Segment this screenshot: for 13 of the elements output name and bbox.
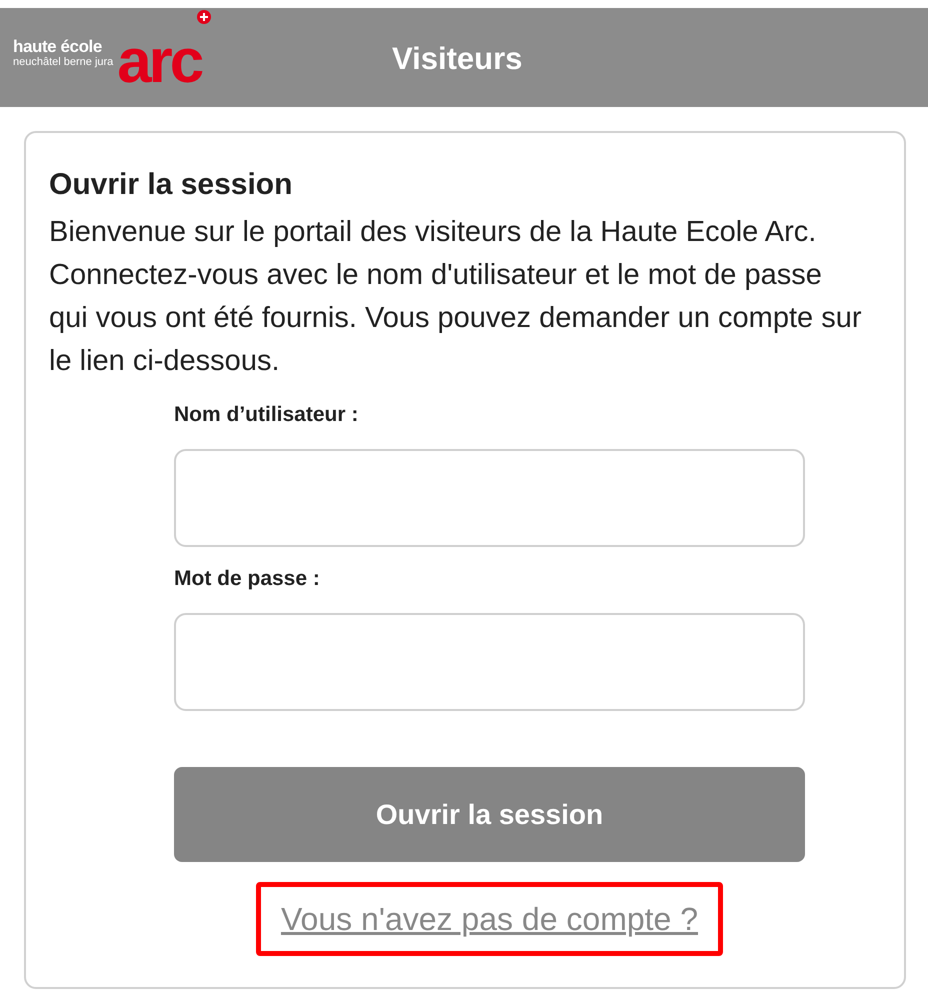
field-label: Nom d’utilisateur : [174, 402, 360, 428]
card-title: Ouvrir la session [49, 167, 294, 203]
intro-paragraph: Bienvenue sur le portail des visiteurs de la Haute Ecole Arc. Connectez-vous avec le nom d'utilisateur et le mot de passe qui vous ont été fournis. Vous pouvez demander un compte sur le lien ci-dessous. [49, 215, 862, 379]
logo-subtext: neuchâtel berne jura [13, 56, 114, 68]
input-field[interactable] [174, 613, 805, 711]
field-label: Mot de passe : [174, 566, 321, 592]
login-button[interactable]: Ouvrir la session [174, 767, 805, 862]
logo-text: haute école [13, 38, 103, 56]
signup-link[interactable]: Vous n'avez pas de compte ? [280, 901, 698, 937]
logo-mark: arc [117, 34, 202, 90]
page-title: Visiteurs [392, 40, 522, 78]
input-field[interactable] [174, 449, 805, 547]
cross-icon [197, 10, 212, 24]
